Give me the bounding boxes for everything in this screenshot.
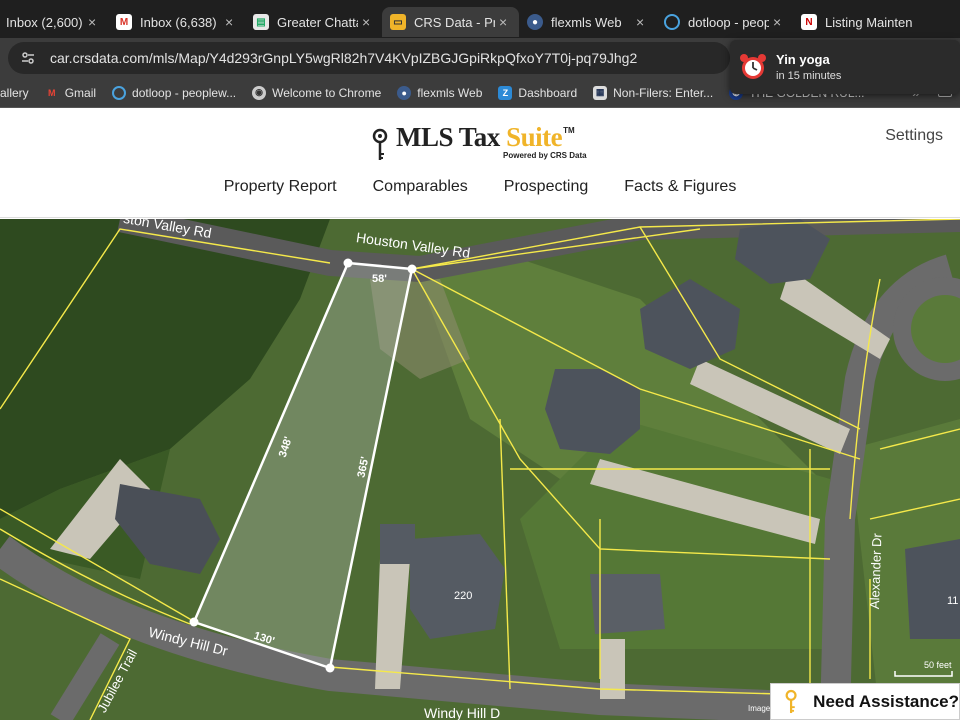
reminder-notification[interactable]: Yin yoga in 15 minutes (730, 40, 960, 94)
house-roof (410, 534, 505, 639)
parcel-vertex[interactable] (189, 617, 199, 627)
bookmark-gmail[interactable]: M Gmail (45, 86, 96, 100)
house-number-label: 11 (947, 595, 958, 607)
tab-label: CRS Data - Pro (414, 14, 495, 30)
browser-tab[interactable]: ▤ Greater Chatta × (245, 7, 382, 37)
bookmark-flexmls[interactable]: ● flexmls Web (397, 85, 483, 100)
parcel-vertex[interactable] (343, 258, 353, 268)
n-icon: N (801, 14, 817, 30)
flexmls-icon: ● (397, 85, 412, 100)
flexmls-icon: ● (527, 14, 543, 30)
close-icon[interactable]: × (362, 14, 374, 30)
bookmark-non-filers[interactable]: ▦ Non-Filers: Enter... (593, 85, 714, 100)
house-roof (590, 574, 665, 634)
notification-title: Yin yoga (776, 52, 830, 67)
site-settings-icon[interactable] (20, 50, 36, 66)
folder-icon: ▭ (390, 14, 406, 30)
logo-subtitle: Powered by CRS Data (503, 151, 587, 160)
browser-tab[interactable]: M Inbox (6,638) × (108, 7, 245, 37)
dotloop-icon (112, 85, 127, 100)
key-icon (372, 128, 388, 160)
road-label-alexander: Alexander Dr (867, 532, 885, 609)
tab-label: flexmls Web (551, 14, 622, 30)
scale-label: 50 feet (924, 660, 952, 670)
dotloop-icon (664, 14, 680, 30)
key-icon (785, 689, 797, 713)
tab-label: Inbox (6,638) (140, 14, 217, 30)
tab-label: Inbox (2,600) (6, 14, 83, 30)
map-canvas[interactable]: 58' 348' 365' 130' ston Valley Rd Housto… (0, 219, 960, 720)
bookmark-dashboard[interactable]: Z Dashboard (498, 85, 578, 100)
logo-title: MLS Tax Suite (396, 122, 563, 152)
bookmark-item[interactable]: allery (0, 86, 29, 100)
browser-tab-active[interactable]: ▭ CRS Data - Pro × (382, 7, 519, 37)
need-assistance-label: Need Assistance? (813, 691, 959, 711)
bookmark-label: Non-Filers: Enter... (613, 85, 714, 100)
bookmark-dotloop[interactable]: dotloop - peoplew... (112, 85, 237, 100)
site-icon: ▤ (253, 14, 269, 30)
close-icon[interactable]: × (225, 14, 237, 30)
browser-tab[interactable]: N Listing Mainten (793, 7, 930, 37)
close-icon[interactable]: × (636, 14, 648, 30)
logo-trademark: TM (563, 126, 575, 135)
gmail-icon: M (116, 14, 132, 30)
tab-label: dotloop - peop (688, 14, 769, 30)
alarm-clock-icon (740, 54, 766, 79)
browser-tab[interactable]: ● flexmls Web × (519, 7, 656, 37)
browser-tab-strip: Inbox (2,600) × M Inbox (6,638) × ▤ Grea… (0, 0, 960, 38)
gmail-icon: M (47, 87, 56, 98)
need-assistance-button[interactable]: Need Assistance? (770, 683, 960, 720)
nav-prospecting[interactable]: Prospecting (504, 178, 589, 196)
bookmark-label: Welcome to Chrome (272, 85, 382, 100)
house-number-label: 220 (454, 590, 472, 602)
url-input[interactable]: car.crsdata.com/mls/Map/Y4d293rGnpLY5wgR… (8, 42, 730, 74)
bookmark-label: Gmail (64, 85, 97, 100)
tab-label: Listing Mainten (825, 14, 913, 30)
notification-subtitle: in 15 minutes (776, 70, 842, 82)
bookmark-label: flexmls Web (417, 85, 483, 100)
parcel-map[interactable]: 58' 348' 365' 130' ston Valley Rd Housto… (0, 219, 960, 720)
browser-tab[interactable]: Inbox (2,600) × (0, 7, 108, 37)
nav-property-report[interactable]: Property Report (224, 178, 337, 196)
irs-icon: ▦ (593, 85, 608, 100)
site-header: MLS Tax Suite TM Powered by CRS Data Set… (0, 108, 960, 218)
chrome-icon: ◉ (252, 85, 267, 100)
tab-label: Greater Chatta (277, 14, 358, 30)
z-icon: Z (498, 85, 513, 100)
close-icon[interactable]: × (773, 14, 785, 30)
bookmark-welcome-chrome[interactable]: ◉ Welcome to Chrome (252, 85, 382, 100)
settings-link[interactable]: Settings (885, 127, 943, 145)
dimension-top: 58' (372, 273, 387, 285)
mls-tax-suite-logo[interactable]: MLS Tax Suite TM Powered by CRS Data (370, 122, 587, 164)
close-icon[interactable]: × (88, 14, 100, 30)
main-nav: Property Report Comparables Prospecting … (0, 178, 960, 196)
close-icon[interactable]: × (499, 14, 511, 30)
browser-tab[interactable]: dotloop - peop × (656, 7, 793, 37)
bookmark-label: dotloop - peoplew... (132, 85, 237, 100)
bookmark-label: Dashboard (518, 85, 578, 100)
house-roof (380, 524, 415, 564)
road-label-windy-bottom: Windy Hill D (424, 705, 500, 720)
parcel-vertex[interactable] (325, 663, 335, 673)
url-text: car.crsdata.com/mls/Map/Y4d293rGnpLY5wgR… (50, 50, 638, 66)
nav-facts-figures[interactable]: Facts & Figures (624, 178, 736, 196)
parcel-vertex[interactable] (407, 264, 417, 274)
bookmark-label: allery (0, 85, 29, 100)
nav-comparables[interactable]: Comparables (373, 178, 468, 196)
house-roof (905, 539, 960, 639)
